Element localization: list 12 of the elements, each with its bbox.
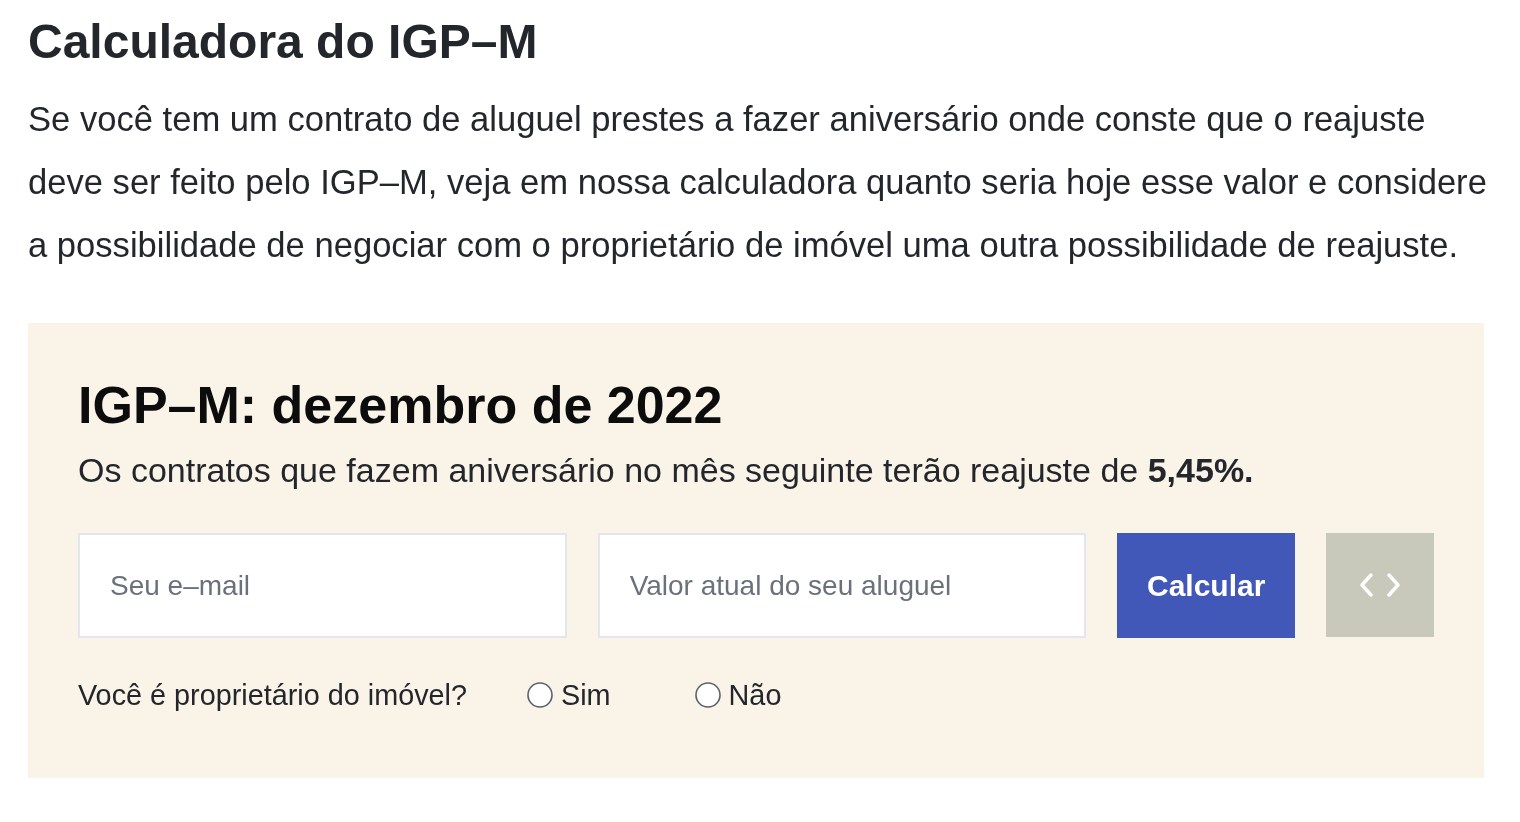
calculator-title: IGP–M: dezembro de 2022 bbox=[78, 375, 724, 436]
intro-paragraph: Se você tem um contrato de aluguel prestes a fazer aniversário onde conste que o reajuste deve ser feito pelo IGP–M, veja em nossa calculadora quanto seria hoje esse valor e considere a possibilidade de negociar com o proprietário de imóvel uma outra possibilidade de reajuste. bbox=[28, 99, 1488, 266]
owner-question: Você é proprietário do imóvel? bbox=[78, 678, 467, 713]
page-heading: Calculadora do IGP–M bbox=[28, 14, 539, 70]
radio-option[interactable]: Sim bbox=[527, 676, 611, 714]
calculate-button[interactable]: Calcular bbox=[1117, 533, 1296, 638]
code-icon bbox=[1360, 573, 1401, 597]
radio-option[interactable]: Não bbox=[694, 676, 782, 714]
email-field[interactable]: Seu e–mail bbox=[78, 533, 567, 638]
calculator-summary: Os contratos que fazem aniversário no mês seguinte terão reajuste de 5,45%. bbox=[78, 450, 1255, 491]
embed-button[interactable] bbox=[1326, 533, 1434, 637]
rent-field[interactable]: Valor atual do seu aluguel bbox=[597, 533, 1087, 638]
